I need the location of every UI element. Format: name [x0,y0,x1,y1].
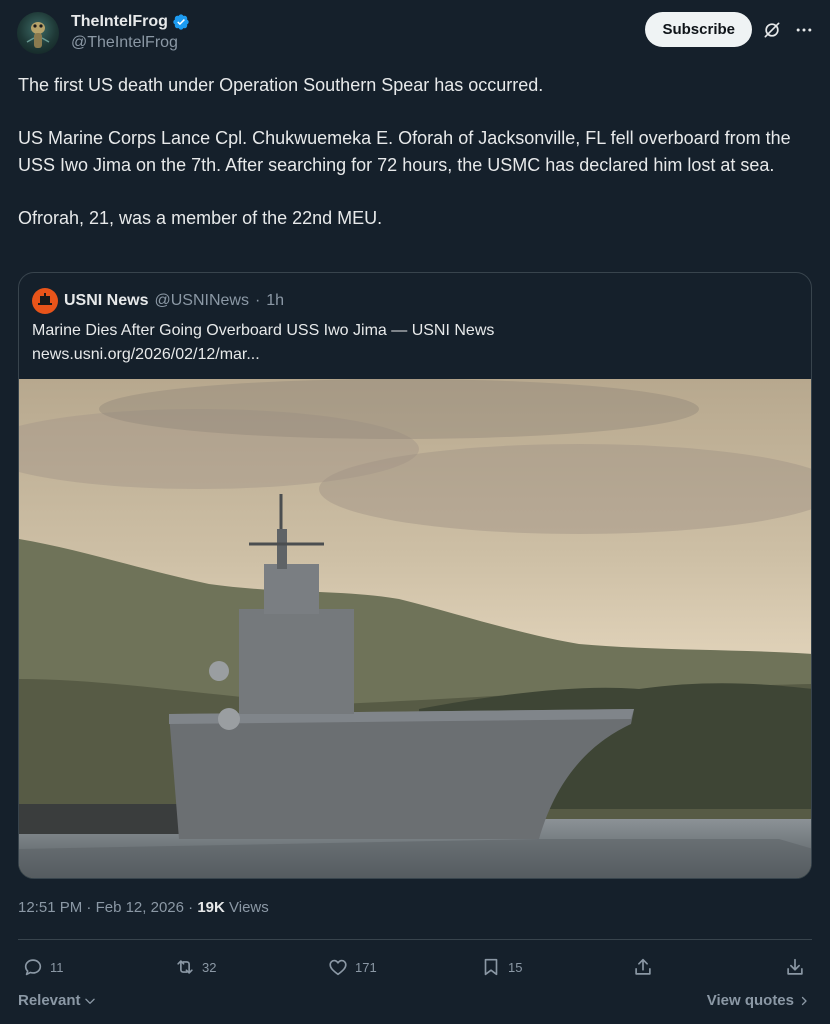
usni-logo-icon [38,293,52,305]
sort-relevant-dropdown[interactable]: Relevant [18,992,97,1009]
like-button[interactable]: 171 [327,952,377,982]
like-count: 171 [355,959,377,975]
quoted-post-card[interactable]: USNI News @USNINews · 1h Marine Dies Aft… [18,272,812,879]
divider [18,939,812,940]
author-avatar[interactable] [17,12,59,54]
quoted-post-header: USNI News @USNINews · 1h [32,288,284,314]
post-date[interactable]: Feb 12, 2026 [96,899,184,916]
quoted-post-link[interactable]: news.usni.org/2026/02/12/mar... [32,343,792,367]
share-button[interactable] [632,952,654,982]
subscribe-button[interactable]: Subscribe [645,12,752,47]
author-info: TheIntelFrog @TheIntelFrog [71,13,190,52]
author-handle[interactable]: @TheIntelFrog [71,34,190,52]
reply-count: 11 [50,959,64,975]
bookmark-count: 15 [508,959,523,975]
post-body: The first US death under Operation South… [18,72,813,231]
like-icon [329,959,347,976]
quoted-post-text: Marine Dies After Going Overboard USS Iw… [32,319,792,367]
frog-avatar-image [26,22,50,48]
author-name[interactable]: TheIntelFrog [71,13,168,31]
grok-icon[interactable] [762,20,782,40]
bookmark-button[interactable]: 15 [480,952,522,982]
reply-button[interactable]: 11 [22,952,64,982]
post-header: TheIntelFrog @TheIntelFrog Subscribe [17,12,818,58]
more-icon[interactable] [794,20,814,40]
separator-dot: · [254,292,261,309]
usni-avatar [32,288,58,314]
share-icon [635,958,651,975]
quoted-author-name: USNI News [64,292,149,309]
relevant-label: Relevant [18,992,81,1009]
action-bar: 11 32 171 15 [18,952,813,982]
chevron-right-icon [801,996,807,1005]
post-paragraph: Ofrorah, 21, was a member of the 22nd ME… [18,207,383,228]
views-count: 19K [197,899,225,916]
post-paragraph: The first US death under Operation South… [18,75,544,95]
separator-dot: · [188,899,198,916]
post-paragraph: US Marine Corps Lance Cpl. Chukwuemeka E… [18,128,791,175]
chevron-down-icon [84,998,95,1004]
repost-icon [177,960,193,974]
quoted-post-age: 1h [266,292,285,309]
repost-count: 32 [202,959,217,975]
ship-photo[interactable] [19,379,812,879]
views-label: Views [229,899,269,916]
post-timestamp: 12:51 PM · Feb 12, 2026 · 19K Views [18,899,269,916]
view-quotes-link[interactable]: View quotes [707,992,810,1009]
verified-badge-icon [173,14,189,30]
bookmark-icon [484,958,498,976]
view-quotes-label: View quotes [706,992,794,1009]
separator-dot: · [86,899,96,916]
reply-icon [24,959,42,976]
post-time[interactable]: 12:51 PM [18,899,82,916]
download-button[interactable] [784,952,806,982]
download-icon [787,958,803,975]
quoted-author-handle: @USNINews [154,292,249,309]
quoted-post-title: Marine Dies After Going Overboard USS Iw… [32,322,495,339]
repost-button[interactable]: 32 [174,952,216,982]
